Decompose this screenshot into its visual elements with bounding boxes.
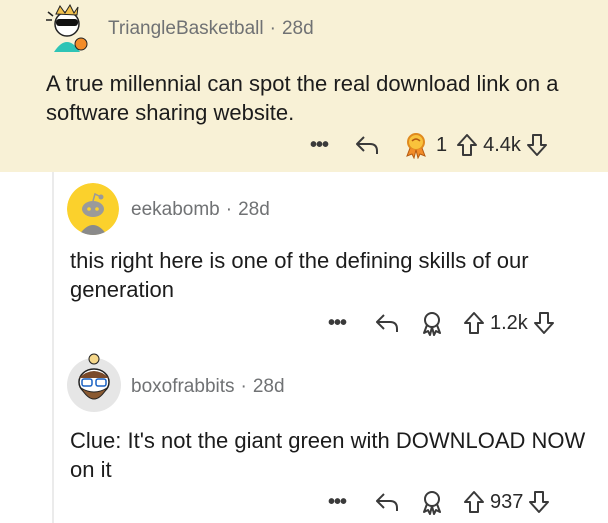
comment-age: 28d	[238, 199, 270, 220]
username-link[interactable]: eekabomb	[131, 199, 220, 220]
more-options-button[interactable]: •••	[304, 134, 334, 157]
snoo-avatar-icon	[40, 2, 94, 56]
reply-arrow-icon	[376, 314, 398, 332]
user-avatar[interactable]	[40, 2, 94, 56]
upvote-arrow-icon	[464, 491, 484, 513]
upvote-button[interactable]	[462, 310, 486, 336]
comment-meta: eekabomb · 28d	[131, 199, 270, 221]
comment-body: A true millennial can spot the real down…	[46, 71, 559, 125]
username-link[interactable]: TriangleBasketball	[108, 18, 264, 39]
award-icon	[423, 491, 441, 515]
downvote-button[interactable]	[527, 489, 551, 515]
comment-thread: TriangleBasketball · 28d A true millennial…	[0, 0, 608, 523]
upvote-button[interactable]	[462, 489, 486, 515]
downvote-arrow-icon	[529, 491, 550, 513]
reply-button[interactable]	[366, 490, 408, 514]
reply-arrow-icon	[376, 493, 398, 511]
reply-button[interactable]	[366, 311, 408, 335]
award-button[interactable]	[418, 488, 446, 516]
downvote-arrow-icon	[533, 312, 554, 334]
award-icon	[406, 133, 426, 159]
more-options-button[interactable]: •••	[322, 312, 352, 335]
award-button[interactable]	[402, 131, 432, 159]
snoo-default-avatar-icon	[67, 183, 119, 235]
vote-count: 4.4k	[483, 133, 521, 156]
reply-arrow-icon	[356, 136, 378, 154]
username-link[interactable]: boxofrabbits	[131, 376, 235, 397]
comment-age: 28d	[252, 376, 285, 397]
comment-meta: TriangleBasketball · 28d	[108, 18, 314, 40]
upvote-arrow-icon	[457, 134, 478, 156]
award-button[interactable]	[418, 309, 446, 337]
comment-body: Clue: It's not the giant green with DOWN…	[70, 428, 586, 482]
downvote-button[interactable]	[532, 310, 556, 336]
downvote-arrow-icon	[526, 134, 547, 156]
comment-meta: boxofrabbits · 28d	[131, 376, 285, 398]
comment-age: 28d	[281, 18, 314, 39]
upvote-button[interactable]	[455, 132, 479, 158]
more-options-button[interactable]: •••	[322, 491, 352, 514]
reply-button[interactable]	[346, 133, 388, 157]
award-count: 1	[436, 133, 448, 156]
comment-body: this right here is one of the defining s…	[70, 248, 529, 302]
vote-count: 937	[490, 490, 524, 513]
snoo-bearded-avatar-icon	[67, 353, 121, 412]
downvote-button[interactable]	[525, 132, 549, 158]
separator: ·	[240, 376, 247, 397]
comment-actions: ••• 937	[322, 487, 551, 517]
user-avatar[interactable]	[67, 183, 119, 235]
separator: ·	[225, 199, 233, 220]
award-icon	[423, 312, 441, 336]
user-avatar[interactable]	[67, 352, 121, 412]
upvote-arrow-icon	[464, 312, 484, 334]
separator: ·	[269, 18, 276, 39]
thread-line[interactable]	[52, 172, 54, 523]
vote-count: 1.2k	[490, 311, 528, 334]
comment-actions: ••• 1.2k	[322, 308, 556, 338]
comment-actions: ••• 1 4.4k	[304, 130, 549, 160]
